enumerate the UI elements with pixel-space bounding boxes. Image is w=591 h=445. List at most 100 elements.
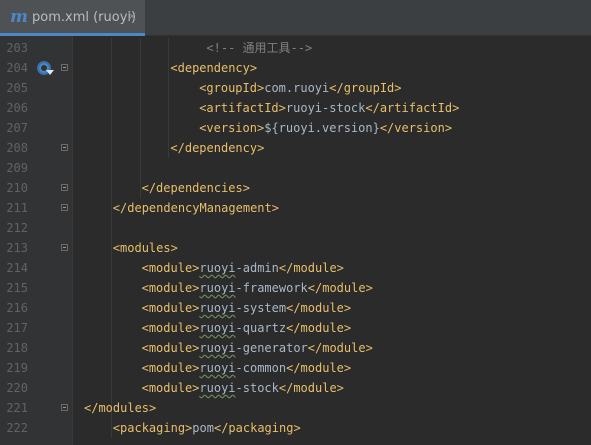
xml-comment: <!-- 通用工具--> xyxy=(206,41,313,55)
code-line[interactable]: 205 <groupId>com.ruoyi</groupId> xyxy=(0,78,591,98)
xml-tag: <dependency> xyxy=(170,61,258,75)
line-number: 220 xyxy=(6,381,28,395)
typo-highlight: ruoyi xyxy=(199,361,236,375)
xml-tag: </module> xyxy=(307,281,373,295)
code-text: <module>ruoyi-admin</module> xyxy=(142,260,344,276)
xml-tag: <module> xyxy=(141,341,200,355)
xml-tag: </artifactId> xyxy=(365,101,460,115)
xml-tag: <module> xyxy=(141,261,200,275)
line-number: 205 xyxy=(6,81,28,95)
line-number: 222 xyxy=(6,421,28,435)
tab-pom-xml[interactable]: m pom.xml (ruoyi) × xyxy=(0,0,145,36)
typo-highlight: ruoyi xyxy=(199,381,236,395)
maven-icon: m xyxy=(10,7,28,27)
code-text: <groupId>com.ruoyi</groupId> xyxy=(199,80,401,96)
xml-tag: <groupId> xyxy=(199,81,265,95)
xml-text: ${ruoyi.version} xyxy=(264,121,380,135)
code-text: <modules> xyxy=(113,240,178,256)
code-line[interactable]: 219 <module>ruoyi-common</module> xyxy=(0,358,591,378)
line-number: 219 xyxy=(6,361,28,375)
fold-icon[interactable] xyxy=(61,404,68,411)
code-line[interactable]: 207 <version>${ruoyi.version}</version> xyxy=(0,118,591,138)
code-text: </dependencies> xyxy=(142,180,250,196)
code-text: <module>ruoyi-framework</module> xyxy=(142,280,373,296)
line-number: 211 xyxy=(6,201,28,215)
xml-tag: <version> xyxy=(199,121,265,135)
xml-text: -common xyxy=(235,361,287,375)
xml-tag: </module> xyxy=(278,381,344,395)
line-number: 206 xyxy=(6,101,28,115)
typo-highlight: ruoyi xyxy=(199,261,236,275)
line-number: 212 xyxy=(6,221,28,235)
xml-tag: </module> xyxy=(286,361,352,375)
code-line[interactable]: 222 <packaging>pom</packaging> xyxy=(0,418,591,438)
xml-tag: <module> xyxy=(141,361,200,375)
typo-highlight: ruoyi xyxy=(199,301,236,315)
code-line[interactable]: 216 <module>ruoyi-system</module> xyxy=(0,298,591,318)
xml-text: -admin xyxy=(235,261,279,275)
code-text: <!-- 通用工具--> xyxy=(206,40,312,56)
code-text: <module>ruoyi-stock</module> xyxy=(142,380,344,396)
fold-icon[interactable] xyxy=(61,144,68,151)
line-number: 214 xyxy=(6,261,28,275)
code-line[interactable]: 203 <!-- 通用工具--> xyxy=(0,38,591,58)
code-line[interactable]: 214 <module>ruoyi-admin</module> xyxy=(0,258,591,278)
code-line[interactable]: 204 <dependency> xyxy=(0,58,591,78)
code-text: <module>ruoyi-quartz</module> xyxy=(142,320,352,336)
xml-text: -quartz xyxy=(235,321,287,335)
xml-text: -framework xyxy=(235,281,308,295)
code-text: </dependency> xyxy=(170,140,264,156)
line-number: 218 xyxy=(6,341,28,355)
line-number: 213 xyxy=(6,241,28,255)
xml-tag: <module> xyxy=(141,281,200,295)
code-line[interactable]: 215 <module>ruoyi-framework</module> xyxy=(0,278,591,298)
editor-tab-bar: m pom.xml (ruoyi) × xyxy=(0,0,591,36)
xml-tag: </dependencies> xyxy=(141,181,250,195)
xml-text: ruoyi-stock xyxy=(285,101,366,115)
code-line[interactable]: 211 </dependencyManagement> xyxy=(0,198,591,218)
code-text: <dependency> xyxy=(170,60,257,76)
fold-icon[interactable] xyxy=(61,244,68,251)
code-line[interactable]: 221 </modules> xyxy=(0,398,591,418)
xml-tag: </packaging> xyxy=(213,421,301,435)
line-number: 215 xyxy=(6,281,28,295)
fold-icon[interactable] xyxy=(61,184,68,191)
code-line[interactable]: 206 <artifactId>ruoyi-stock</artifactId> xyxy=(0,98,591,118)
code-text: </dependencyManagement> xyxy=(113,200,279,216)
code-line[interactable]: 210 </dependencies> xyxy=(0,178,591,198)
xml-tag: <module> xyxy=(141,381,200,395)
line-number: 203 xyxy=(6,41,28,55)
line-number: 204 xyxy=(6,61,28,75)
xml-tag: </dependency> xyxy=(170,141,265,155)
code-text: <module>ruoyi-generator</module> xyxy=(142,340,373,356)
xml-text: pom xyxy=(192,421,214,435)
code-text: <module>ruoyi-system</module> xyxy=(142,300,352,316)
code-line[interactable]: 220 <module>ruoyi-stock</module> xyxy=(0,378,591,398)
xml-tag: <packaging> xyxy=(112,421,193,435)
close-icon[interactable]: × xyxy=(127,9,137,23)
xml-tag: <artifactId> xyxy=(199,101,286,115)
xml-tag: <module> xyxy=(141,321,200,335)
xml-tag: </version> xyxy=(379,121,453,135)
line-number: 210 xyxy=(6,181,28,195)
code-line[interactable]: 212 xyxy=(0,218,591,238)
code-text: <packaging>pom</packaging> xyxy=(113,420,301,436)
typo-highlight: ruoyi xyxy=(199,341,236,355)
code-text: <artifactId>ruoyi-stock</artifactId> xyxy=(199,100,459,116)
code-line[interactable]: 209 xyxy=(0,158,591,178)
code-line[interactable]: 217 <module>ruoyi-quartz</module> xyxy=(0,318,591,338)
xml-tag: <modules> xyxy=(112,241,178,255)
code-line[interactable]: 208 </dependency> xyxy=(0,138,591,158)
code-line[interactable]: 218 <module>ruoyi-generator</module> xyxy=(0,338,591,358)
code-line[interactable]: 213 <modules> xyxy=(0,238,591,258)
line-number: 207 xyxy=(6,121,28,135)
line-number: 217 xyxy=(6,321,28,335)
line-number: 216 xyxy=(6,301,28,315)
fold-icon[interactable] xyxy=(61,64,68,71)
xml-text: com.ruoyi xyxy=(264,81,330,95)
fold-icon[interactable] xyxy=(61,204,68,211)
xml-tag: <module> xyxy=(141,301,200,315)
xml-tag: </dependencyManagement> xyxy=(112,201,279,215)
maven-override-icon[interactable] xyxy=(37,61,54,75)
code-text: <version>${ruoyi.version}</version> xyxy=(199,120,452,136)
